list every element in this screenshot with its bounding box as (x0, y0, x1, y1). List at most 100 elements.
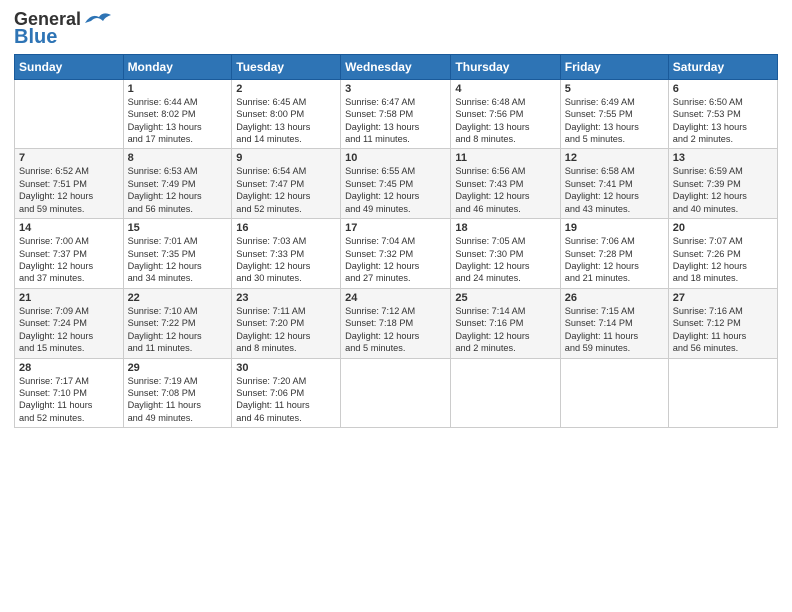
day-info: Sunrise: 6:55 AM Sunset: 7:45 PM Dayligh… (345, 165, 446, 215)
day-cell: 2Sunrise: 6:45 AM Sunset: 8:00 PM Daylig… (232, 79, 341, 149)
day-info: Sunrise: 7:10 AM Sunset: 7:22 PM Dayligh… (128, 305, 228, 355)
day-info: Sunrise: 7:16 AM Sunset: 7:12 PM Dayligh… (673, 305, 773, 355)
day-cell: 8Sunrise: 6:53 AM Sunset: 7:49 PM Daylig… (123, 149, 232, 219)
day-number: 2 (236, 83, 336, 95)
day-cell: 15Sunrise: 7:01 AM Sunset: 7:35 PM Dayli… (123, 219, 232, 289)
day-cell: 18Sunrise: 7:05 AM Sunset: 7:30 PM Dayli… (451, 219, 560, 289)
day-cell (451, 358, 560, 428)
weekday-header-row: SundayMondayTuesdayWednesdayThursdayFrid… (15, 54, 778, 79)
day-info: Sunrise: 6:58 AM Sunset: 7:41 PM Dayligh… (565, 165, 664, 215)
day-number: 6 (673, 83, 773, 95)
day-info: Sunrise: 7:20 AM Sunset: 7:06 PM Dayligh… (236, 375, 336, 425)
day-cell: 19Sunrise: 7:06 AM Sunset: 7:28 PM Dayli… (560, 219, 668, 289)
weekday-header-tuesday: Tuesday (232, 54, 341, 79)
day-number: 23 (236, 292, 336, 304)
day-info: Sunrise: 6:54 AM Sunset: 7:47 PM Dayligh… (236, 165, 336, 215)
day-info: Sunrise: 6:47 AM Sunset: 7:58 PM Dayligh… (345, 96, 446, 146)
day-cell: 17Sunrise: 7:04 AM Sunset: 7:32 PM Dayli… (341, 219, 451, 289)
day-info: Sunrise: 6:48 AM Sunset: 7:56 PM Dayligh… (455, 96, 555, 146)
day-cell: 21Sunrise: 7:09 AM Sunset: 7:24 PM Dayli… (15, 288, 124, 358)
day-info: Sunrise: 7:06 AM Sunset: 7:28 PM Dayligh… (565, 235, 664, 285)
week-row-4: 21Sunrise: 7:09 AM Sunset: 7:24 PM Dayli… (15, 288, 778, 358)
day-number: 10 (345, 152, 446, 164)
day-info: Sunrise: 7:17 AM Sunset: 7:10 PM Dayligh… (19, 375, 119, 425)
day-cell: 16Sunrise: 7:03 AM Sunset: 7:33 PM Dayli… (232, 219, 341, 289)
weekday-header-saturday: Saturday (668, 54, 777, 79)
day-info: Sunrise: 6:56 AM Sunset: 7:43 PM Dayligh… (455, 165, 555, 215)
calendar-table: SundayMondayTuesdayWednesdayThursdayFrid… (14, 54, 778, 428)
day-number: 27 (673, 292, 773, 304)
day-info: Sunrise: 6:49 AM Sunset: 7:55 PM Dayligh… (565, 96, 664, 146)
weekday-header-sunday: Sunday (15, 54, 124, 79)
day-info: Sunrise: 7:15 AM Sunset: 7:14 PM Dayligh… (565, 305, 664, 355)
day-cell: 7Sunrise: 6:52 AM Sunset: 7:51 PM Daylig… (15, 149, 124, 219)
day-cell (341, 358, 451, 428)
day-cell (668, 358, 777, 428)
weekday-header-thursday: Thursday (451, 54, 560, 79)
day-cell: 25Sunrise: 7:14 AM Sunset: 7:16 PM Dayli… (451, 288, 560, 358)
day-number: 24 (345, 292, 446, 304)
day-info: Sunrise: 6:53 AM Sunset: 7:49 PM Dayligh… (128, 165, 228, 215)
day-cell: 12Sunrise: 6:58 AM Sunset: 7:41 PM Dayli… (560, 149, 668, 219)
logo-bird-icon (83, 9, 113, 29)
day-number: 4 (455, 83, 555, 95)
day-cell: 6Sunrise: 6:50 AM Sunset: 7:53 PM Daylig… (668, 79, 777, 149)
logo-blue-text: Blue (14, 26, 57, 48)
day-number: 15 (128, 222, 228, 234)
day-number: 30 (236, 362, 336, 374)
day-cell: 24Sunrise: 7:12 AM Sunset: 7:18 PM Dayli… (341, 288, 451, 358)
day-info: Sunrise: 7:09 AM Sunset: 7:24 PM Dayligh… (19, 305, 119, 355)
day-info: Sunrise: 7:07 AM Sunset: 7:26 PM Dayligh… (673, 235, 773, 285)
day-info: Sunrise: 7:04 AM Sunset: 7:32 PM Dayligh… (345, 235, 446, 285)
day-number: 12 (565, 152, 664, 164)
day-number: 13 (673, 152, 773, 164)
weekday-header-wednesday: Wednesday (341, 54, 451, 79)
day-number: 17 (345, 222, 446, 234)
day-cell: 20Sunrise: 7:07 AM Sunset: 7:26 PM Dayli… (668, 219, 777, 289)
day-number: 26 (565, 292, 664, 304)
day-info: Sunrise: 6:44 AM Sunset: 8:02 PM Dayligh… (128, 96, 228, 146)
day-cell: 29Sunrise: 7:19 AM Sunset: 7:08 PM Dayli… (123, 358, 232, 428)
day-number: 22 (128, 292, 228, 304)
header: General Blue (14, 10, 778, 48)
day-info: Sunrise: 7:12 AM Sunset: 7:18 PM Dayligh… (345, 305, 446, 355)
day-info: Sunrise: 7:03 AM Sunset: 7:33 PM Dayligh… (236, 235, 336, 285)
day-info: Sunrise: 6:52 AM Sunset: 7:51 PM Dayligh… (19, 165, 119, 215)
day-info: Sunrise: 6:59 AM Sunset: 7:39 PM Dayligh… (673, 165, 773, 215)
day-number: 3 (345, 83, 446, 95)
day-number: 25 (455, 292, 555, 304)
week-row-2: 7Sunrise: 6:52 AM Sunset: 7:51 PM Daylig… (15, 149, 778, 219)
day-cell: 23Sunrise: 7:11 AM Sunset: 7:20 PM Dayli… (232, 288, 341, 358)
day-cell: 11Sunrise: 6:56 AM Sunset: 7:43 PM Dayli… (451, 149, 560, 219)
week-row-5: 28Sunrise: 7:17 AM Sunset: 7:10 PM Dayli… (15, 358, 778, 428)
day-cell: 30Sunrise: 7:20 AM Sunset: 7:06 PM Dayli… (232, 358, 341, 428)
day-number: 8 (128, 152, 228, 164)
day-info: Sunrise: 6:45 AM Sunset: 8:00 PM Dayligh… (236, 96, 336, 146)
day-cell (15, 79, 124, 149)
day-info: Sunrise: 7:00 AM Sunset: 7:37 PM Dayligh… (19, 235, 119, 285)
page-container: General Blue SundayMondayTuesdayWednesda… (0, 0, 792, 436)
day-number: 1 (128, 83, 228, 95)
day-cell: 27Sunrise: 7:16 AM Sunset: 7:12 PM Dayli… (668, 288, 777, 358)
day-number: 5 (565, 83, 664, 95)
day-number: 28 (19, 362, 119, 374)
day-info: Sunrise: 7:11 AM Sunset: 7:20 PM Dayligh… (236, 305, 336, 355)
day-cell: 9Sunrise: 6:54 AM Sunset: 7:47 PM Daylig… (232, 149, 341, 219)
day-info: Sunrise: 7:05 AM Sunset: 7:30 PM Dayligh… (455, 235, 555, 285)
day-cell: 28Sunrise: 7:17 AM Sunset: 7:10 PM Dayli… (15, 358, 124, 428)
day-cell: 4Sunrise: 6:48 AM Sunset: 7:56 PM Daylig… (451, 79, 560, 149)
weekday-header-friday: Friday (560, 54, 668, 79)
day-info: Sunrise: 7:14 AM Sunset: 7:16 PM Dayligh… (455, 305, 555, 355)
day-number: 7 (19, 152, 119, 164)
day-number: 19 (565, 222, 664, 234)
day-cell: 26Sunrise: 7:15 AM Sunset: 7:14 PM Dayli… (560, 288, 668, 358)
day-number: 16 (236, 222, 336, 234)
day-cell: 14Sunrise: 7:00 AM Sunset: 7:37 PM Dayli… (15, 219, 124, 289)
day-number: 29 (128, 362, 228, 374)
week-row-1: 1Sunrise: 6:44 AM Sunset: 8:02 PM Daylig… (15, 79, 778, 149)
day-cell: 22Sunrise: 7:10 AM Sunset: 7:22 PM Dayli… (123, 288, 232, 358)
week-row-3: 14Sunrise: 7:00 AM Sunset: 7:37 PM Dayli… (15, 219, 778, 289)
day-number: 9 (236, 152, 336, 164)
day-cell: 13Sunrise: 6:59 AM Sunset: 7:39 PM Dayli… (668, 149, 777, 219)
day-number: 11 (455, 152, 555, 164)
